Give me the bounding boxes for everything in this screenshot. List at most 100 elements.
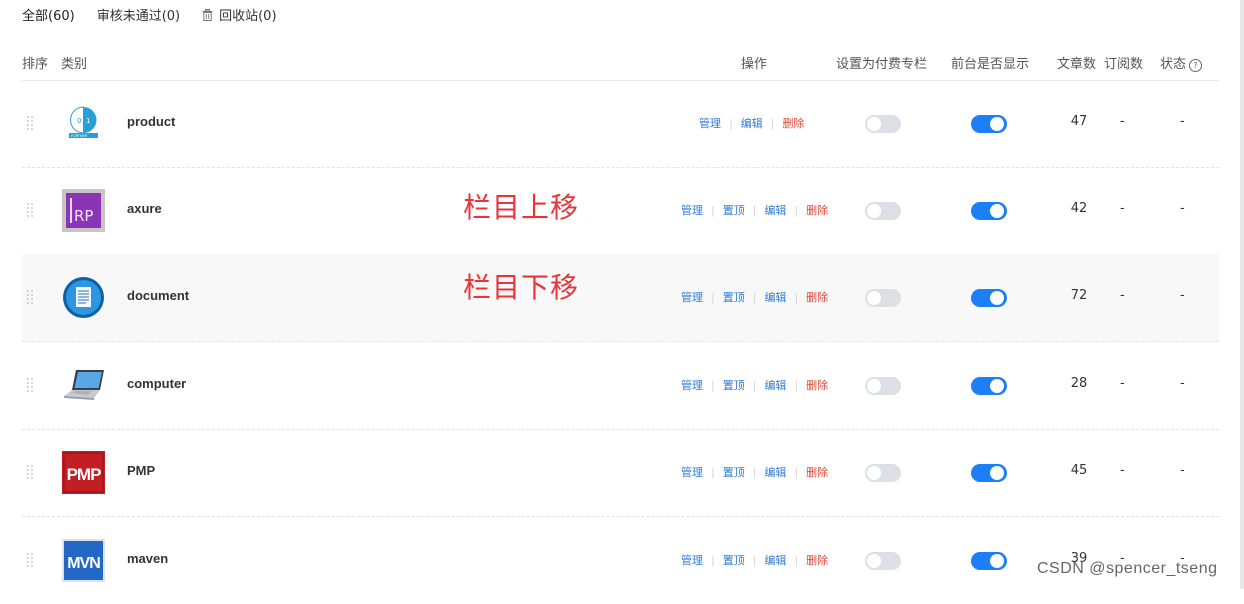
axure-rp-icon: RP bbox=[62, 189, 105, 232]
visible-toggle[interactable] bbox=[971, 115, 1007, 133]
action-divider: | bbox=[729, 117, 733, 130]
pin-top-link[interactable]: 置顶 bbox=[723, 291, 745, 304]
action-divider: | bbox=[794, 291, 799, 304]
row-actions: 管理 | 置顶 | 编辑 | 删除 bbox=[681, 202, 828, 218]
toggle-knob bbox=[867, 117, 881, 131]
delete-link[interactable]: 删除 bbox=[782, 117, 804, 130]
status-value: - bbox=[1180, 201, 1185, 216]
action-divider: | bbox=[794, 379, 799, 392]
status-value: - bbox=[1180, 288, 1185, 303]
article-count: 72 bbox=[1070, 288, 1088, 303]
header-category: 类别 bbox=[61, 57, 88, 72]
status-value: - bbox=[1180, 463, 1185, 478]
filter-tabs: 全部(60) 审核未通过(0) 回收站(0) bbox=[22, 4, 299, 24]
drag-handle-icon[interactable] bbox=[27, 465, 35, 479]
category-name: computer bbox=[127, 376, 187, 391]
visible-toggle[interactable] bbox=[971, 289, 1007, 307]
row-actions: 管理 | 编辑 | 删除 bbox=[699, 115, 804, 131]
action-divider: | bbox=[794, 204, 799, 217]
action-divider: | bbox=[752, 379, 757, 392]
category-name: maven bbox=[127, 551, 169, 566]
paid-column-toggle[interactable] bbox=[865, 289, 901, 307]
drag-handle-icon[interactable] bbox=[27, 378, 35, 392]
drag-handle-icon[interactable] bbox=[27, 116, 35, 130]
scrollbar-track[interactable] bbox=[1240, 0, 1244, 589]
document-icon bbox=[63, 277, 104, 318]
manage-link[interactable]: 管理 bbox=[681, 204, 703, 217]
visible-toggle[interactable] bbox=[971, 202, 1007, 220]
toggle-knob bbox=[867, 554, 881, 568]
delete-link[interactable]: 删除 bbox=[806, 204, 828, 217]
action-divider: | bbox=[711, 204, 715, 217]
action-divider: | bbox=[752, 291, 757, 304]
toggle-knob bbox=[990, 117, 1004, 131]
tab-rejected[interactable]: 审核未通过(0) bbox=[97, 5, 180, 24]
toggle-knob bbox=[990, 554, 1004, 568]
visible-toggle[interactable] bbox=[971, 377, 1007, 395]
manage-link[interactable]: 管理 bbox=[699, 117, 721, 130]
paid-column-toggle[interactable] bbox=[865, 464, 901, 482]
paid-column-toggle[interactable] bbox=[865, 115, 901, 133]
paid-column-toggle[interactable] bbox=[865, 552, 901, 570]
header-articles: 文章数 bbox=[1057, 57, 1097, 72]
table-row: 0 1 FURTHER product 管理 | 编辑 | 删除 47 - - bbox=[22, 80, 1219, 168]
toggle-knob bbox=[990, 466, 1004, 480]
status-value: - bbox=[1180, 376, 1185, 391]
action-divider: | bbox=[770, 117, 775, 130]
question-circle-icon[interactable]: ? bbox=[1189, 59, 1203, 72]
visible-toggle[interactable] bbox=[971, 464, 1007, 482]
row-actions: 管理 | 置顶 | 编辑 | 删除 bbox=[681, 552, 828, 568]
edit-link[interactable]: 编辑 bbox=[764, 204, 786, 217]
drag-handle-icon[interactable] bbox=[27, 203, 35, 217]
table-row: RP axure 管理 | 置顶 | 编辑 | 删除 42 - - bbox=[22, 167, 1219, 255]
delete-link[interactable]: 删除 bbox=[806, 379, 828, 392]
pin-top-link[interactable]: 置顶 bbox=[723, 379, 745, 392]
manage-link[interactable]: 管理 bbox=[681, 554, 703, 567]
trash-icon bbox=[202, 8, 213, 21]
article-count: 28 bbox=[1070, 376, 1088, 391]
svg-text:RP: RP bbox=[74, 207, 93, 225]
manage-link[interactable]: 管理 bbox=[681, 466, 703, 479]
edit-link[interactable]: 编辑 bbox=[764, 291, 786, 304]
edit-link[interactable]: 编辑 bbox=[764, 466, 786, 479]
table-row: PMP PMP 管理 | 置顶 | 编辑 | 删除 45 - - bbox=[22, 429, 1219, 517]
edit-link[interactable]: 编辑 bbox=[764, 554, 786, 567]
header-subscribers: 订阅数 bbox=[1104, 57, 1144, 72]
svg-text:MVN: MVN bbox=[67, 555, 100, 572]
delete-link[interactable]: 删除 bbox=[806, 554, 828, 567]
drag-handle-icon[interactable] bbox=[27, 553, 35, 567]
pin-top-link[interactable]: 置顶 bbox=[723, 466, 745, 479]
subscriber-count: - bbox=[1120, 463, 1125, 478]
article-count: 42 bbox=[1070, 201, 1088, 216]
toggle-knob bbox=[990, 291, 1004, 305]
table-header: 排序 类别 操作 设置为付费专栏 前台是否显示 文章数 订阅数 状态? bbox=[22, 48, 1219, 81]
manage-link[interactable]: 管理 bbox=[681, 379, 703, 392]
pin-top-link[interactable]: 置顶 bbox=[723, 204, 745, 217]
edit-link[interactable]: 编辑 bbox=[741, 117, 763, 130]
action-divider: | bbox=[711, 466, 715, 479]
svg-text:1: 1 bbox=[86, 117, 90, 125]
subscriber-count: - bbox=[1120, 376, 1125, 391]
tab-recycle-bin[interactable]: 回收站(0) bbox=[202, 5, 277, 24]
edit-link[interactable]: 编辑 bbox=[764, 379, 786, 392]
delete-link[interactable]: 删除 bbox=[806, 466, 828, 479]
drag-handle-icon[interactable] bbox=[27, 290, 35, 304]
mvn-icon: MVN bbox=[62, 539, 105, 582]
subscriber-count: - bbox=[1120, 114, 1125, 129]
manage-link[interactable]: 管理 bbox=[681, 291, 703, 304]
header-order: 排序 bbox=[22, 57, 49, 72]
visible-toggle[interactable] bbox=[971, 552, 1007, 570]
delete-link[interactable]: 删除 bbox=[806, 291, 828, 304]
toggle-knob bbox=[867, 466, 881, 480]
paid-column-toggle[interactable] bbox=[865, 377, 901, 395]
category-name: product bbox=[127, 114, 176, 129]
pmp-icon: PMP bbox=[62, 451, 105, 494]
annotation-move-up: 栏目上移 bbox=[463, 191, 580, 224]
tab-recycle-bin-label: 回收站(0) bbox=[219, 8, 277, 24]
tab-all[interactable]: 全部(60) bbox=[22, 5, 75, 24]
pin-top-link[interactable]: 置顶 bbox=[723, 554, 745, 567]
paid-column-toggle[interactable] bbox=[865, 202, 901, 220]
header-actions: 操作 bbox=[741, 57, 768, 72]
action-divider: | bbox=[711, 291, 715, 304]
table-row: computer 管理 | 置顶 | 编辑 | 删除 28 - - bbox=[22, 342, 1219, 430]
